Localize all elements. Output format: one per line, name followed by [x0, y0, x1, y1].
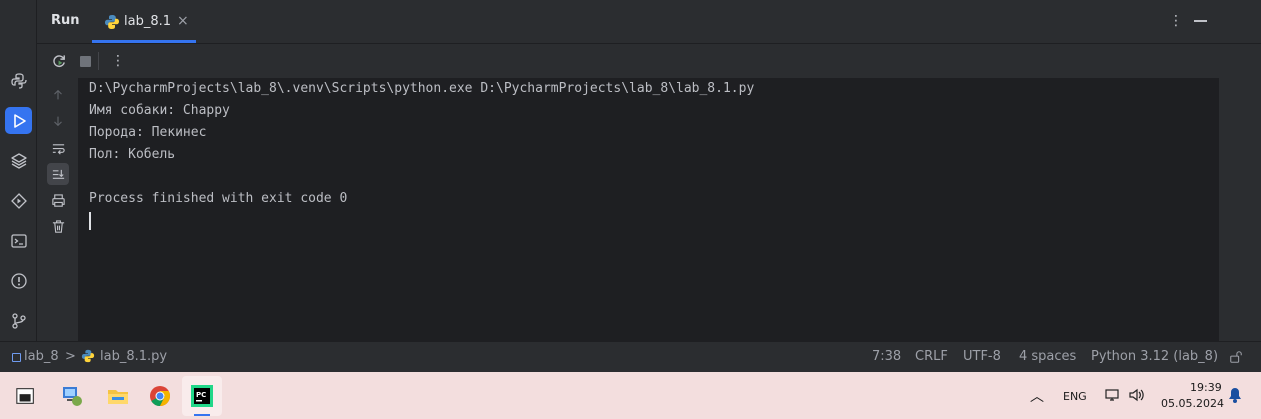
- project-icon: [12, 353, 21, 362]
- taskbar-app-explorer[interactable]: [98, 376, 138, 416]
- print-icon: [51, 193, 65, 207]
- console-line-sex: Пол: Кобель: [89, 147, 176, 162]
- active-tab-indicator: [92, 40, 196, 43]
- input-language[interactable]: ENG: [1063, 390, 1087, 403]
- services-icon: [10, 192, 27, 209]
- tab-lab-8-1[interactable]: lab_8.1 ×: [92, 0, 196, 43]
- arrow-down-icon: [54, 116, 62, 127]
- print-button[interactable]: [47, 189, 69, 211]
- caret-position[interactable]: 7:38: [872, 349, 901, 364]
- python-packages-button[interactable]: [5, 67, 32, 94]
- active-app-indicator: [194, 414, 210, 416]
- console-output[interactable]: D:\PycharmProjects\lab_8\.venv\Scripts\p…: [78, 78, 1219, 341]
- chrome-icon: [150, 386, 171, 407]
- status-bar: lab_8 > lab_8.1.py 7:38 CRLF UTF-8 4 spa…: [0, 341, 1261, 372]
- taskbar-app-chrome[interactable]: [140, 376, 180, 416]
- unlock-icon: [1230, 351, 1242, 363]
- run-icon: [13, 113, 26, 128]
- right-gutter: [1219, 78, 1261, 341]
- python-interpreter[interactable]: Python 3.12 (lab_8): [1091, 349, 1218, 364]
- line-separator[interactable]: CRLF: [915, 349, 948, 364]
- python-packages-icon: [10, 72, 27, 89]
- git-button[interactable]: [5, 307, 32, 334]
- taskbar-app-network[interactable]: [52, 376, 92, 416]
- toolbar-more-button[interactable]: ⋮: [107, 50, 129, 72]
- console-line-dog-name: Имя собаки: Chappy: [89, 103, 230, 118]
- arrow-up-icon: [54, 89, 62, 100]
- console-line-command: D:\PycharmProjects\lab_8\.venv\Scripts\p…: [89, 81, 755, 96]
- window-app-icon: [16, 388, 34, 404]
- breadcrumb-file[interactable]: lab_8.1.py: [100, 349, 167, 364]
- python-file-icon: [81, 349, 95, 363]
- scroll-up-button[interactable]: [47, 84, 69, 106]
- pycharm-icon: PC: [191, 385, 213, 407]
- readonly-lock-button[interactable]: [1229, 350, 1243, 368]
- console-side-toolbar: [37, 78, 77, 341]
- text-caret: [89, 212, 91, 230]
- file-encoding[interactable]: UTF-8: [963, 349, 1001, 364]
- soft-wrap-icon: [52, 143, 65, 155]
- terminal-button[interactable]: [5, 227, 32, 254]
- notification-bell-icon[interactable]: [1227, 386, 1243, 404]
- run-toolbar: ⋮: [37, 44, 1261, 77]
- stop-icon: [79, 55, 91, 67]
- layers-button[interactable]: [5, 147, 32, 174]
- soft-wrap-button[interactable]: [47, 137, 69, 159]
- services-button[interactable]: [5, 187, 32, 214]
- console-line-breed: Порода: Пекинес: [89, 125, 207, 140]
- breadcrumb-separator: >: [65, 349, 76, 364]
- console-line-exit: Process finished with exit code 0: [89, 191, 348, 206]
- indent-setting[interactable]: 4 spaces: [1019, 349, 1076, 364]
- breadcrumb-project[interactable]: lab_8: [24, 349, 59, 364]
- network-icon[interactable]: [1104, 387, 1120, 403]
- stop-button[interactable]: [74, 50, 96, 72]
- taskbar-app-window[interactable]: [6, 376, 46, 416]
- taskbar-app-pycharm[interactable]: PC: [182, 376, 222, 416]
- windows-taskbar: PC ︿ ENG 19:39 05.05.2024: [0, 372, 1261, 419]
- trash-icon: [52, 219, 64, 233]
- network-computer-icon: [63, 387, 82, 406]
- layers-icon: [10, 152, 27, 169]
- scroll-to-end-button[interactable]: [47, 163, 69, 185]
- terminal-icon: [10, 233, 27, 248]
- clock-time[interactable]: 19:39: [1190, 381, 1222, 394]
- tool-window-strip: [0, 0, 37, 341]
- clear-all-button[interactable]: [47, 215, 69, 237]
- problems-button[interactable]: [5, 267, 32, 294]
- rerun-button[interactable]: [48, 50, 70, 72]
- minimize-icon: [1194, 20, 1207, 22]
- tray-overflow-chevron-icon[interactable]: ︿: [1030, 386, 1044, 406]
- volume-icon[interactable]: [1128, 387, 1146, 403]
- run-panel-title: Run: [51, 13, 80, 28]
- scroll-down-button[interactable]: [47, 110, 69, 132]
- clock-date[interactable]: 05.05.2024: [1161, 397, 1224, 410]
- tabbar-more-button[interactable]: ⋮: [1165, 10, 1187, 32]
- problems-icon: [10, 272, 27, 289]
- rerun-icon: [52, 54, 65, 67]
- tab-label: lab_8.1: [124, 14, 172, 29]
- toolbar-divider: [98, 52, 99, 70]
- tab-close-icon[interactable]: ×: [177, 13, 189, 29]
- python-file-icon: [105, 15, 119, 29]
- run-tool-window-header: Run lab_8.1 × ⋮: [37, 0, 1261, 44]
- scroll-to-end-icon: [52, 169, 64, 179]
- svg-text:PC: PC: [196, 391, 206, 399]
- minimize-button[interactable]: [1190, 10, 1212, 32]
- git-branch-icon: [11, 312, 26, 329]
- run-tool-button[interactable]: [5, 107, 32, 134]
- folder-icon: [108, 390, 128, 404]
